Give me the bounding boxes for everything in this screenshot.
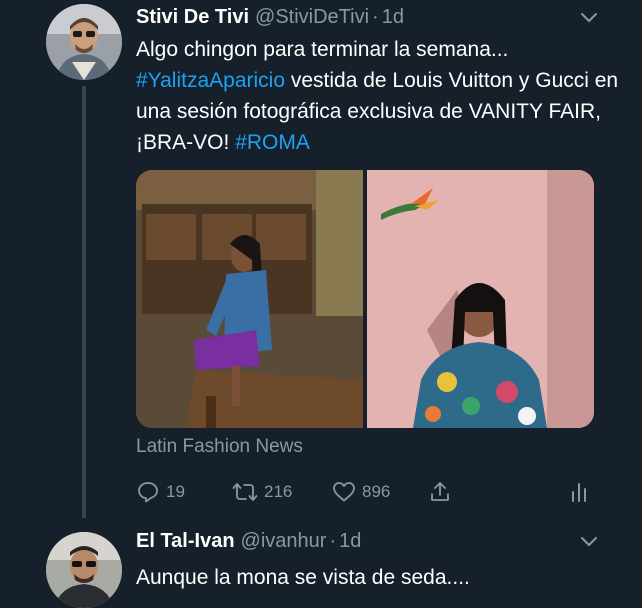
hashtag-link[interactable]: #YalitzaAparicio [136, 69, 285, 92]
hashtag-link[interactable]: #ROMA [235, 131, 310, 154]
retweet-button[interactable]: 216 [232, 480, 292, 504]
timestamp[interactable]: 1d [382, 6, 404, 29]
handle[interactable]: @StiviDeTivi [255, 6, 369, 29]
tweet-text: Aunque la mona se vista de seda.... [136, 566, 470, 589]
reply-count: 19 [166, 482, 185, 501]
chevron-down-icon[interactable] [578, 6, 600, 28]
display-name[interactable]: El Tal-Ivan [136, 530, 235, 553]
like-icon [332, 480, 356, 504]
tweet[interactable]: Stivi De Tivi @StiviDeTivi · 1d Algo chi… [0, 0, 642, 520]
tweet-header: El Tal-Ivan @ivanhur · 1d [136, 530, 361, 553]
avatar[interactable] [46, 4, 122, 80]
thread-line [82, 86, 86, 518]
retweet-count: 216 [264, 482, 293, 501]
avatar[interactable] [46, 532, 122, 608]
analytics-icon [568, 480, 590, 504]
reply-icon [136, 480, 160, 504]
share-icon [428, 480, 452, 504]
tweet-header: Stivi De Tivi @StiviDeTivi · 1d [136, 6, 404, 29]
like-count: 896 [362, 482, 391, 501]
tweet-actions: 19 216 896 [136, 480, 606, 508]
tweet-text: Algo chingon para terminar la semana... … [136, 34, 626, 158]
handle[interactable]: @ivanhur [241, 530, 327, 553]
tweet-text-line: Algo chingon para terminar la semana... [136, 38, 509, 61]
analytics-button[interactable] [568, 480, 590, 504]
separator: · [372, 6, 379, 28]
chevron-down-icon[interactable] [578, 530, 600, 552]
photo[interactable] [367, 170, 594, 428]
media-gallery[interactable] [136, 170, 594, 428]
reply-button[interactable]: 19 [136, 480, 185, 504]
tweet[interactable]: El Tal-Ivan @ivanhur · 1d Aunque la mona… [0, 520, 642, 608]
media-source-label[interactable]: Latin Fashion News [136, 436, 303, 458]
photo[interactable] [136, 170, 363, 428]
timestamp[interactable]: 1d [339, 530, 361, 553]
separator: · [329, 530, 337, 552]
like-button[interactable]: 896 [332, 480, 390, 504]
share-button[interactable] [428, 480, 452, 504]
retweet-icon [232, 480, 258, 504]
display-name[interactable]: Stivi De Tivi [136, 6, 249, 29]
